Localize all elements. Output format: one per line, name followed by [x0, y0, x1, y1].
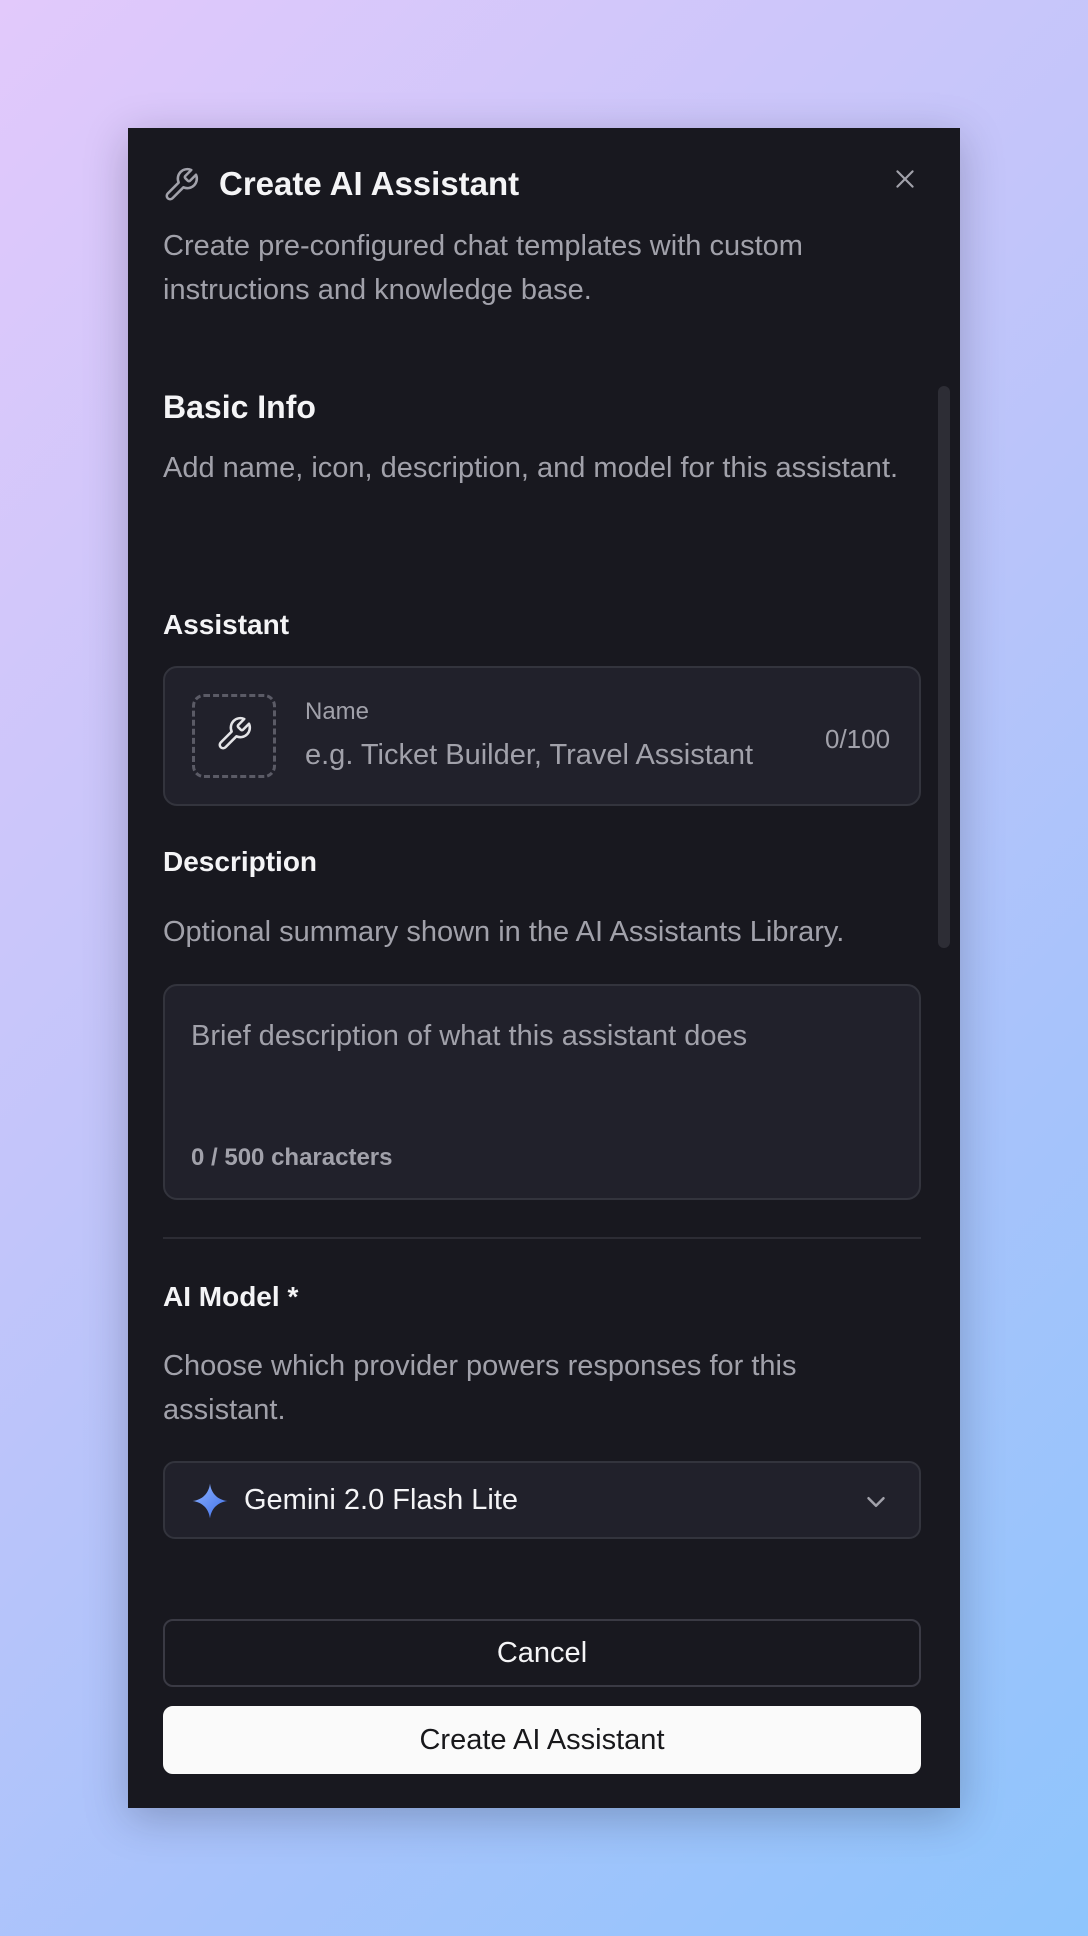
- wrench-icon: [215, 715, 253, 758]
- basic-info-heading: Basic Info: [163, 389, 316, 425]
- ai-model-select[interactable]: Gemini 2.0 Flash Lite: [163, 1461, 921, 1539]
- ai-model-label: AI Model *: [163, 1281, 299, 1312]
- dialog-title: Create AI Assistant: [219, 165, 520, 202]
- scrollbar-thumb[interactable]: [938, 386, 950, 948]
- name-char-counter: 0/100: [825, 724, 891, 754]
- wrench-icon: [162, 166, 200, 204]
- description-help: Optional summary shown in the AI Assista…: [163, 916, 845, 948]
- close-icon: [892, 166, 918, 197]
- cancel-button[interactable]: Cancel: [163, 1619, 921, 1687]
- assistant-name-input[interactable]: [305, 734, 825, 776]
- divider: [163, 1237, 921, 1239]
- ai-model-help: Choose which provider powers responses f…: [163, 1350, 797, 1426]
- dialog-subtitle: Create pre-configured chat templates wit…: [163, 230, 803, 306]
- name-label: Name: [305, 698, 370, 725]
- description-textarea[interactable]: [191, 1016, 891, 1126]
- create-assistant-dialog: Create AI Assistant Create pre-configure…: [128, 128, 960, 1808]
- create-assistant-button[interactable]: Create AI Assistant: [163, 1706, 921, 1774]
- assistant-name-box: Name 0/100: [163, 666, 921, 806]
- gemini-sparkle-icon: [191, 1482, 229, 1520]
- assistant-label: Assistant: [163, 609, 290, 640]
- description-box: 0 / 500 characters: [163, 984, 921, 1200]
- basic-info-description: Add name, icon, description, and model f…: [163, 452, 899, 484]
- icon-picker-button[interactable]: [192, 694, 276, 778]
- description-label: Description: [163, 846, 318, 877]
- description-char-counter: 0 / 500 characters: [191, 1144, 393, 1171]
- close-button[interactable]: [886, 162, 924, 200]
- selected-model-name: Gemini 2.0 Flash Lite: [244, 1484, 519, 1516]
- chevron-down-icon: [861, 1487, 891, 1517]
